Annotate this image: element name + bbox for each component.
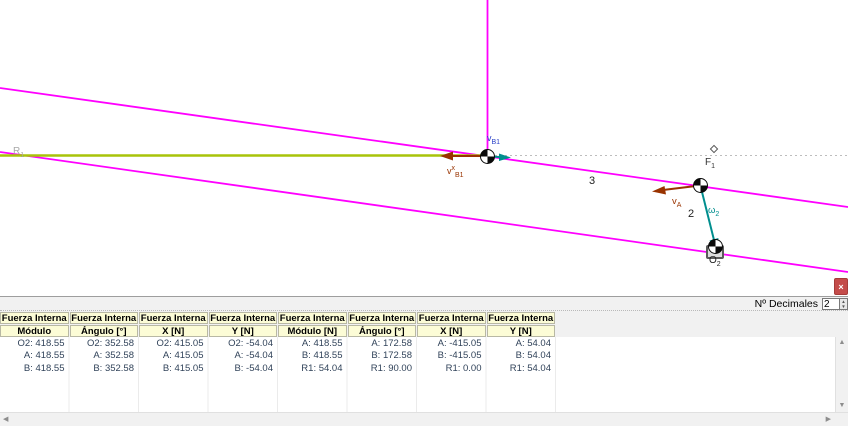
scroll-up-icon[interactable]: ▲ xyxy=(839,337,846,349)
vxb1-arrowhead xyxy=(440,152,453,161)
label-r1: R1 xyxy=(13,146,24,161)
label-omega2: ω2 xyxy=(708,205,719,220)
close-panel-button[interactable]: × xyxy=(834,278,848,295)
decimals-input[interactable] xyxy=(822,298,840,310)
table-cell: A: 352.58 xyxy=(70,350,140,361)
table-cell: R1: 0.00 xyxy=(417,363,487,374)
joint-a-pin[interactable] xyxy=(693,178,708,193)
horizontal-scrollbar[interactable]: ◀ ▶ xyxy=(0,412,848,426)
scroll-down-icon[interactable]: ▼ xyxy=(839,400,846,412)
close-icon: × xyxy=(838,282,843,292)
mechanism-canvas[interactable]: R1 vB1 vxB1 vA ω2 3 2 F1 O2 xyxy=(0,0,848,296)
scroll-left-icon[interactable]: ◀ xyxy=(3,415,8,423)
joint-b-pin[interactable] xyxy=(480,149,495,164)
column-header-cell: Y [N] xyxy=(209,325,278,337)
table-cell: A: 418.55 xyxy=(0,350,70,361)
table-cell: A: -415.05 xyxy=(417,338,487,349)
table-cell: A: -54.04 xyxy=(209,350,279,361)
decimals-label: Nº Decimales xyxy=(755,298,818,310)
table-cell: B: -415.05 xyxy=(417,350,487,361)
table-data-area[interactable]: O2: 418.55 O2: 352.58 O2: 415.05 O2: -54… xyxy=(0,337,835,412)
label-link3: 3 xyxy=(589,176,595,187)
decimals-control-strip: Nº Decimales ▲ ▼ xyxy=(0,297,848,311)
table-cell: B: 54.04 xyxy=(487,350,557,361)
label-va: vA xyxy=(672,196,681,211)
column-header-cell: Ángulo [°] xyxy=(348,325,417,337)
table-cell: B: -54.04 xyxy=(209,363,279,374)
table-cell: O2: 415.05 xyxy=(139,338,209,349)
table-cell: B: 418.55 xyxy=(0,363,70,374)
table-row: B: 418.55 B: 352.58 B: 415.05 B: -54.04 … xyxy=(0,362,835,375)
column-header-cell: X [N] xyxy=(417,325,486,337)
group-header-cell: Fuerza Interna xyxy=(417,312,486,324)
group-header-cell: Fuerza Interna xyxy=(487,312,556,324)
table-cell: R1: 54.04 xyxy=(487,363,557,374)
label-f1: F1 xyxy=(705,157,715,172)
table-cell: B: 415.05 xyxy=(139,363,209,374)
column-header-cell: Módulo xyxy=(0,325,69,337)
label-link2: 2 xyxy=(688,209,694,220)
table-cell: A: 172.58 xyxy=(348,338,418,349)
group-header-cell: Fuerza Interna xyxy=(209,312,278,324)
column-header-cell: X [N] xyxy=(139,325,208,337)
va-arrowhead xyxy=(652,186,666,195)
label-o2: O2 xyxy=(709,255,721,270)
table-cell: A: 418.55 xyxy=(278,338,348,349)
group-header-cell: Fuerza Interna xyxy=(278,312,347,324)
label-vxb1: vxB1 xyxy=(447,163,464,181)
column-header-cell: Módulo [N] xyxy=(278,325,347,337)
group-header-cell: Fuerza Interna xyxy=(0,312,69,324)
table-row: A: 418.55 A: 352.58 A: 415.05 A: -54.04 … xyxy=(0,350,835,363)
vertical-scrollbar[interactable]: ▲ ▼ xyxy=(835,337,848,412)
table-cell: A: 415.05 xyxy=(139,350,209,361)
column-header-cell: Y [N] xyxy=(487,325,556,337)
results-table: Fuerza Interna Fuerza Interna Fuerza Int… xyxy=(0,310,848,337)
table-cell: O2: -54.04 xyxy=(209,338,279,349)
table-group-header-row: Fuerza Interna Fuerza Interna Fuerza Int… xyxy=(0,312,848,324)
group-header-cell: Fuerza Interna xyxy=(70,312,139,324)
column-header-cell: Ángulo [°] xyxy=(70,325,139,337)
joint-o2-pin[interactable] xyxy=(708,239,723,254)
group-header-cell: Fuerza Interna xyxy=(139,312,208,324)
spin-down-icon[interactable]: ▼ xyxy=(840,304,847,309)
table-cell: B: 172.58 xyxy=(348,350,418,361)
table-cell: O2: 418.55 xyxy=(0,338,70,349)
table-cell: B: 352.58 xyxy=(70,363,140,374)
decimals-spinner[interactable]: ▲ ▼ xyxy=(840,298,848,310)
link3-upper-line xyxy=(0,88,848,207)
table-column-header-row: Módulo Ángulo [°] X [N] Y [N] Módulo [N]… xyxy=(0,325,848,337)
group-header-cell: Fuerza Interna xyxy=(348,312,417,324)
table-cell: O2: 352.58 xyxy=(70,338,140,349)
table-cell: B: 418.55 xyxy=(278,350,348,361)
table-cell: R1: 54.04 xyxy=(278,363,348,374)
table-cell: R1: 90.00 xyxy=(348,363,418,374)
table-cell: A: 54.04 xyxy=(487,338,557,349)
table-row: O2: 418.55 O2: 352.58 O2: 415.05 O2: -54… xyxy=(0,337,835,350)
label-vb1: vB1 xyxy=(487,133,500,148)
scroll-right-icon[interactable]: ▶ xyxy=(826,415,831,423)
